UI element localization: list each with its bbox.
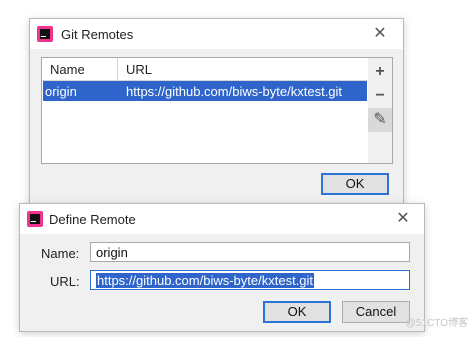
title-bar: Define Remote ✕ — [20, 204, 424, 234]
screen: Git Remotes ✕ Name URL origin https://gi… — [0, 0, 474, 337]
column-divider[interactable] — [117, 58, 118, 80]
ok-button[interactable]: OK — [263, 301, 331, 323]
remotes-table: Name URL origin https://github.com/biws-… — [41, 57, 369, 164]
table-header: Name URL — [42, 58, 368, 81]
ok-button[interactable]: OK — [321, 173, 389, 195]
remote-name-cell: origin — [45, 84, 77, 99]
name-input[interactable]: origin — [90, 242, 410, 262]
dialog-title: Git Remotes — [61, 27, 134, 42]
close-icon[interactable]: ✕ — [392, 208, 414, 230]
column-header-name[interactable]: Name — [50, 62, 85, 77]
name-label: Name: — [41, 246, 80, 261]
cancel-button[interactable]: Cancel — [342, 301, 410, 323]
url-label: URL: — [50, 274, 80, 289]
remotes-toolbar: + − ✎ — [368, 57, 393, 164]
intellij-app-icon — [27, 211, 43, 227]
define-remote-dialog: Define Remote ✕ Name: origin URL: https:… — [19, 203, 425, 332]
dialog-title: Define Remote — [49, 212, 136, 227]
close-icon[interactable]: ✕ — [369, 23, 391, 45]
edit-remote-icon[interactable]: ✎ — [368, 108, 392, 132]
git-remotes-dialog: Git Remotes ✕ Name URL origin https://gi… — [29, 18, 404, 204]
url-input-selected-text: https://github.com/biws-byte/kxtest.git — [96, 273, 315, 288]
watermark: @51CTO博客 — [405, 318, 468, 329]
url-input[interactable]: https://github.com/biws-byte/kxtest.git — [90, 270, 410, 290]
remote-url-cell: https://github.com/biws-byte/kxtest.git — [126, 84, 343, 99]
remove-remote-icon[interactable]: − — [368, 84, 392, 108]
column-header-url[interactable]: URL — [126, 62, 152, 77]
intellij-app-icon — [37, 26, 53, 42]
add-remote-icon[interactable]: + — [368, 60, 392, 84]
table-row-selected[interactable]: origin https://github.com/biws-byte/kxte… — [43, 81, 367, 101]
title-bar: Git Remotes ✕ — [30, 19, 403, 49]
